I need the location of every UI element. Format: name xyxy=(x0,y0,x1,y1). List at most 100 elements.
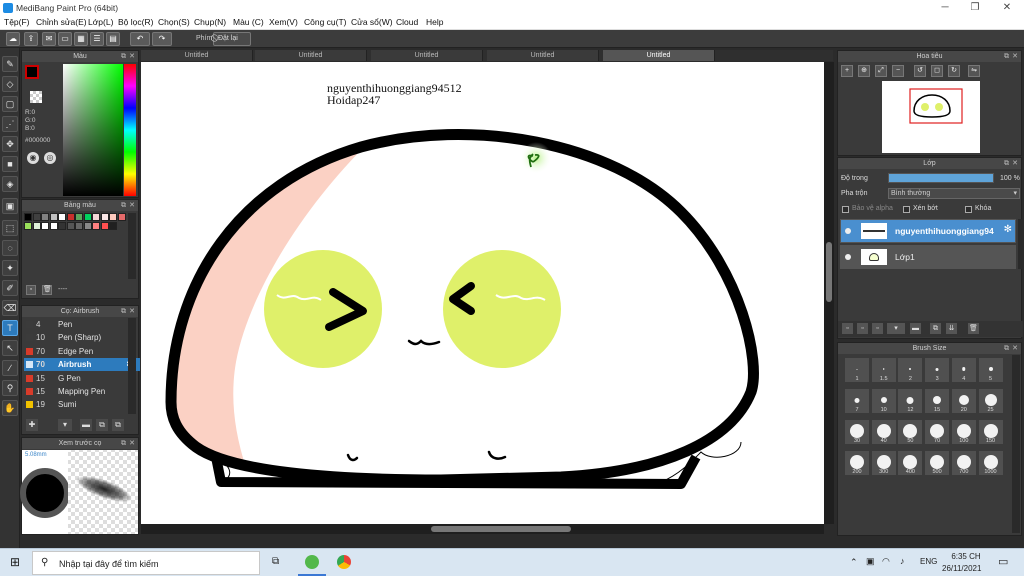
brush-size-option[interactable]: 1 xyxy=(844,357,870,383)
menu-color[interactable]: Màu (C) xyxy=(233,17,264,27)
brush-size-option[interactable]: 10 xyxy=(870,388,897,414)
palette-swatch[interactable] xyxy=(66,213,75,221)
brush-size-option[interactable]: 100 xyxy=(950,419,977,445)
menu-cloud[interactable]: Cloud xyxy=(396,17,418,27)
transparent-color-swatch[interactable] xyxy=(30,91,42,103)
brush-size-option[interactable]: 7 xyxy=(844,388,870,414)
palette-swatch[interactable] xyxy=(83,213,92,221)
clock-time[interactable]: 6:35 CH xyxy=(948,552,984,561)
chevron-up-icon[interactable]: ⌃ xyxy=(850,557,858,568)
visibility-eye-icon[interactable] xyxy=(845,228,851,234)
undo-icon[interactable]: ↶ xyxy=(130,32,150,46)
palette-swatch[interactable] xyxy=(49,222,58,230)
notification-icon[interactable]: ▭ xyxy=(998,555,1008,568)
palette-scrollbar[interactable] xyxy=(128,213,136,279)
flip-icon[interactable]: ⇋ xyxy=(968,65,980,77)
brush-size-option[interactable]: 1.5 xyxy=(870,357,897,383)
delete-palette-icon[interactable]: 🗑 xyxy=(42,285,52,295)
brush-scrollbar[interactable] xyxy=(128,318,136,414)
list-icon[interactable]: ☰ xyxy=(90,32,104,46)
brush-size-option[interactable]: 20 xyxy=(950,388,977,414)
palette-swatch[interactable] xyxy=(75,222,83,230)
palette-swatch[interactable] xyxy=(41,222,49,230)
color-saturation-picker[interactable] xyxy=(63,64,123,196)
brush-list-item[interactable]: 19 Sumi xyxy=(24,398,140,411)
gradient-tool-icon[interactable]: ▣ xyxy=(2,198,18,214)
folder-icon[interactable]: ▬ xyxy=(910,323,921,334)
palette-swatch[interactable] xyxy=(58,222,66,230)
menu-view[interactable]: Xem(V) xyxy=(269,17,298,27)
layer-row-text[interactable]: nguyenthihuonggiang94 ✻ xyxy=(840,219,1016,243)
visibility-eye-icon[interactable] xyxy=(845,254,851,260)
cloud-icon[interactable]: ☁ xyxy=(6,32,20,46)
palette-icon[interactable]: ◉ xyxy=(27,152,39,164)
menu-window[interactable]: Cửa sổ(W) xyxy=(351,17,393,27)
opacity-slider[interactable] xyxy=(888,173,994,183)
eyedropper-tool-icon[interactable]: ⚲ xyxy=(2,380,18,396)
hand-tool-icon[interactable]: ✋ xyxy=(2,400,18,416)
brush-size-option[interactable]: 15 xyxy=(924,388,951,414)
brush-size-option[interactable]: 2 xyxy=(897,357,924,383)
float-icon[interactable]: ⧉ xyxy=(1004,51,1009,62)
rotate-right-icon[interactable]: ↻ xyxy=(948,65,960,77)
palette-swatch[interactable] xyxy=(41,213,49,221)
brush-list-item[interactable]: 15 Mapping Pen xyxy=(24,385,140,398)
brush-size-option[interactable]: 200 xyxy=(844,450,870,476)
brush-list-item[interactable]: 70Airbrush✻ xyxy=(24,358,140,372)
brush-size-option[interactable]: 30 xyxy=(844,419,870,445)
taskbar-search-box[interactable]: ⚲ Nhập tại đây để tìm kiếm xyxy=(32,551,260,575)
hue-slider[interactable] xyxy=(124,64,136,196)
merge-layer-icon[interactable]: ⇊ xyxy=(946,323,957,334)
horizontal-scroll-thumb[interactable] xyxy=(431,526,571,532)
operation-tool-icon[interactable]: ↖ xyxy=(2,340,18,356)
brush-size-option[interactable]: 70 xyxy=(924,419,951,445)
menu-tools[interactable]: Công cụ(T) xyxy=(304,17,347,27)
select-tool-icon[interactable]: ⬚ xyxy=(2,220,18,236)
brush-size-option[interactable]: 40 xyxy=(870,419,897,445)
new-palette-icon[interactable]: ▫ xyxy=(26,285,36,295)
palette-swatch[interactable] xyxy=(109,222,117,230)
brush-size-option[interactable]: 50 xyxy=(897,419,924,445)
float-icon[interactable]: ⧉ xyxy=(121,51,126,62)
palette-swatch[interactable] xyxy=(66,222,75,230)
drawing-canvas[interactable]: nguyenthihuonggiang94512 Hoidap247 xyxy=(141,62,824,524)
film-icon[interactable]: ▤ xyxy=(106,32,120,46)
new-layer-1bit-icon[interactable]: ▫ xyxy=(872,323,883,334)
wifi-icon[interactable]: ◠ xyxy=(882,556,890,567)
medibang-taskbar-icon[interactable] xyxy=(305,555,319,569)
panel-close-icon[interactable]: ✕ xyxy=(1012,51,1018,62)
select-eraser-tool-icon[interactable]: ⌫ xyxy=(2,300,18,316)
minimize-button[interactable]: ─ xyxy=(930,0,960,16)
brush-copy-icon[interactable]: ⧉ xyxy=(96,419,108,431)
blend-mode-select[interactable]: Bình thường ▾ xyxy=(888,188,1020,199)
brush-size-option[interactable]: 1000 xyxy=(977,450,1004,476)
fit-window-icon[interactable]: ⤢ xyxy=(875,65,887,77)
palette-swatch[interactable] xyxy=(100,222,109,230)
palette-swatch[interactable] xyxy=(83,222,92,230)
float-icon[interactable]: ⧉ xyxy=(121,306,126,317)
canvas-text-site[interactable]: Hoidap247 xyxy=(327,93,380,108)
upload-icon[interactable]: ⇪ xyxy=(24,32,38,46)
tab-untitled-1[interactable]: Untitled xyxy=(141,50,253,61)
export-icon[interactable]: ▭ xyxy=(58,32,72,46)
menu-help[interactable]: Help xyxy=(426,17,443,27)
float-icon[interactable]: ⧉ xyxy=(121,200,126,211)
tab-untitled-3[interactable]: Untitled xyxy=(371,50,483,61)
brush-size-option[interactable]: 700 xyxy=(950,450,977,476)
layer-scrollbar[interactable] xyxy=(1018,219,1022,269)
add-layer-menu-icon[interactable]: ▾ xyxy=(887,323,905,334)
panel-close-icon[interactable]: ✕ xyxy=(129,200,135,211)
rectangle-tool-icon[interactable]: ▢ xyxy=(2,96,18,112)
eraser-tool-icon[interactable]: ◇ xyxy=(2,76,18,92)
float-icon[interactable]: ⧉ xyxy=(1004,158,1009,169)
canvas-horizontal-scrollbar[interactable] xyxy=(141,524,824,534)
close-button[interactable]: ✕ xyxy=(992,0,1022,16)
add-brush-icon[interactable]: ✚ xyxy=(26,419,38,431)
menu-capture[interactable]: Chụp(N) xyxy=(194,17,226,27)
panel-close-icon[interactable]: ✕ xyxy=(129,306,135,317)
chrome-taskbar-icon[interactable] xyxy=(337,555,351,569)
brush-list-item[interactable]: 10 Pen (Sharp) xyxy=(24,331,140,344)
brush-size-scrollbar[interactable] xyxy=(1012,355,1020,533)
select-pen-tool-icon[interactable]: ✐ xyxy=(2,280,18,296)
panel-close-icon[interactable]: ✕ xyxy=(1012,158,1018,169)
